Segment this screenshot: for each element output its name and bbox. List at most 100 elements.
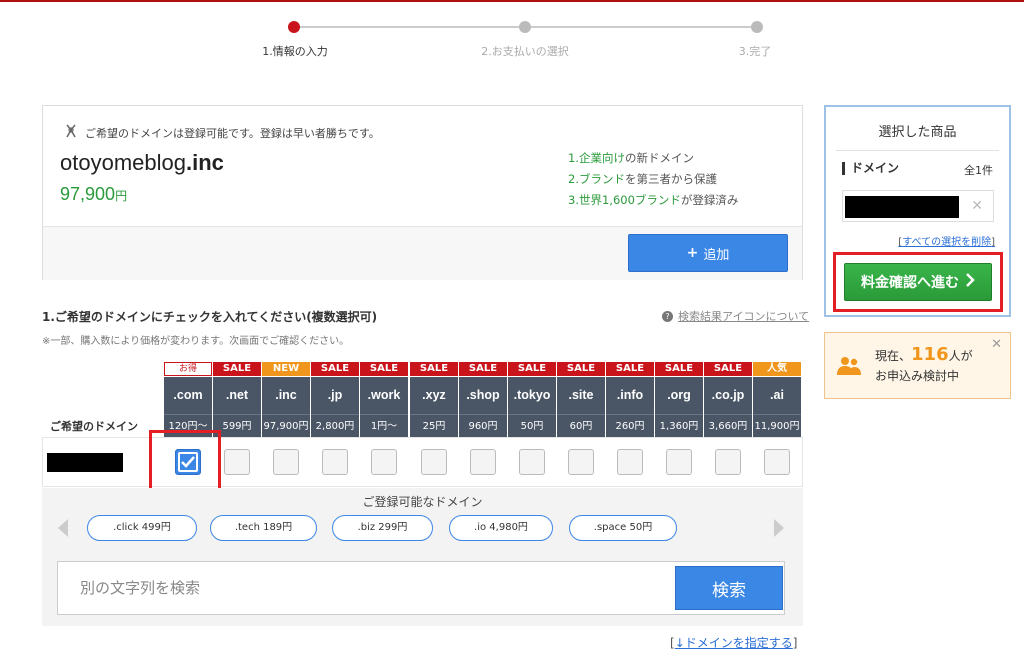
domain-section-label: ドメイン [842,162,899,175]
domain-name-label: otoyomeblog [60,150,186,175]
feature-num: 3. [568,193,579,207]
tld-checkbox[interactable] [224,449,250,475]
tld-price: 1円〜 [360,414,408,437]
feature-item: 1.企業向けの新ドメイン [568,148,738,169]
tld-badge: 人気 [753,362,801,376]
tld-price: 11,900円 [753,414,801,437]
next-arrow-icon[interactable] [774,519,784,537]
domain-price-unit: 円 [115,189,128,203]
tld-checkbox[interactable] [764,449,790,475]
tld-name: .ai [753,377,801,414]
feature-item: 2.ブランドを第三者から保護 [568,169,738,190]
feature-list: 1.企業向けの新ドメイン 2.ブランドを第三者から保護 3.世界1,600ブラン… [568,148,738,211]
price-note: ※一部、購入数により価格が変わります。次画面でご確認ください。 [42,336,350,347]
feature-num: 2. [568,172,579,186]
close-icon[interactable]: ✕ [991,337,1002,352]
question-icon: ? [662,310,673,322]
feature-text: が登録済み [680,193,739,207]
suggestion-title: ご登録可能なドメイン [362,495,483,509]
tld-badge: NEW [262,362,310,376]
prev-arrow-icon[interactable] [58,519,68,537]
availability-message: ご希望のドメインは登録可能です。登録は早い者勝ちです。 [63,123,380,142]
icon-help-link[interactable]: ? 検索結果アイコンについて [662,308,809,324]
item-count: 全1件 [964,164,993,177]
suggestion-chip[interactable]: .biz 299円 [332,515,433,541]
redacted-domain-name [47,453,123,472]
tld-checkbox[interactable] [568,449,594,475]
tld-checkbox[interactable] [273,449,299,475]
divider [836,150,999,151]
feature-highlight: 世界1,600ブランド [578,193,681,207]
popularity-notice: 現在、116人が お申込み検討中 ✕ [824,332,1011,399]
tld-badge: SALE [606,362,654,376]
domain-tld: .inc [185,150,224,175]
tld-badge: SALE [410,362,458,376]
tld-badge: SALE [213,362,261,376]
proceed-to-pricing-button[interactable]: 料金確認へ進む [844,263,992,301]
specify-domain-link[interactable]: [↓ドメインを指定する] [670,634,797,651]
popular-number: 116 [911,344,949,365]
tld-price: 3,660円 [704,414,752,437]
suggestion-area: ご登録可能なドメイン .click 499円 .tech 189円 .biz 2… [42,488,803,626]
remove-icon[interactable]: ✕ [971,198,983,214]
clear-all-link[interactable]: [すべての選択を削除] [898,233,995,248]
tld-checkbox[interactable] [519,449,545,475]
tld-name: .co.jp [704,377,752,414]
plus-icon: + [686,245,699,261]
tld-price: 960円 [459,414,507,437]
domain-price-value: 97,900 [60,184,116,204]
suggestion-chip[interactable]: .click 499円 [87,515,197,541]
panel-title: 選択した商品 [878,125,957,140]
tld-badge: SALE [360,362,408,376]
selected-domain-item: ✕ [842,190,994,222]
tld-checkbox[interactable] [470,449,496,475]
tld-checkbox[interactable] [617,449,643,475]
tld-name: .inc [262,377,310,414]
tld-price: 50円 [508,414,556,437]
tld-name: .site [557,377,605,414]
tld-badge: SALE [508,362,556,376]
tld-checkbox[interactable] [421,449,447,475]
ribbon-icon [63,123,79,142]
suggestion-chip[interactable]: .tech 189円 [210,515,317,541]
tld-checkbox[interactable] [371,449,397,475]
feature-highlight: ブランド [578,172,625,186]
tld-price: 97,900円 [262,414,310,437]
domain-result-card: ご希望のドメインは登録可能です。登録は早い者勝ちです。 otoyomeblog.… [42,105,803,280]
suggestion-chip[interactable]: .io 4,980円 [449,515,553,541]
tld-name: .jp [311,377,359,414]
availability-text: ご希望のドメインは登録可能です。登録は早い者勝ちです。 [85,126,380,140]
top-accent-line [0,0,1024,2]
clear-all-label: すべての選択を削除 [902,237,992,248]
tld-price: 260円 [606,414,654,437]
tld-price: 25円 [410,414,458,437]
domain-price: 97,900円 [60,184,127,205]
chevron-right-icon [965,273,975,291]
bracket-close: ] [991,237,995,248]
add-button[interactable]: + 追加 [628,234,788,272]
tld-badge: SALE [459,362,507,376]
feature-highlight: 企業向け [578,151,625,165]
tld-name: .xyz [410,377,458,414]
tld-price: 60円 [557,414,605,437]
step-1-dot [288,21,300,33]
tld-checkbox[interactable] [322,449,348,475]
popular-suffix: 人が [948,349,973,363]
step-3-dot [751,21,763,33]
tld-checkbox[interactable] [666,449,692,475]
search-input[interactable] [58,562,668,614]
people-icon [837,355,861,377]
tld-badge: SALE [557,362,605,376]
tld-checkbox[interactable] [715,449,741,475]
feature-text: を第三者から保護 [624,172,717,186]
tld-badge: SALE [704,362,752,376]
proceed-highlight-box: 料金確認へ進む [833,252,1003,312]
suggestion-chip[interactable]: .space 50円 [569,515,677,541]
popularity-text: 現在、116人が お申込み検討中 [875,345,973,386]
popular-prefix: 現在、 [875,349,912,363]
tld-badge: SALE [655,362,703,376]
tld-name: .shop [459,377,507,414]
row-label: ご希望のドメイン [50,420,138,433]
icon-help-label: 検索結果アイコンについて [678,310,810,323]
search-button[interactable]: 検索 [675,566,783,610]
